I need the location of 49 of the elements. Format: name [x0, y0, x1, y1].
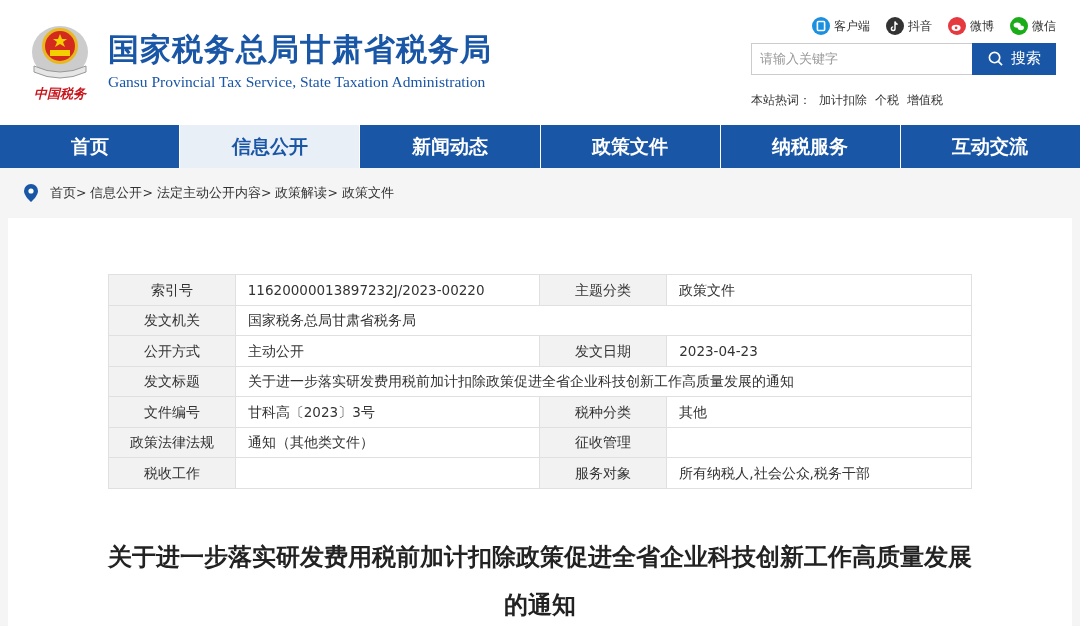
field-label: 税种分类: [540, 396, 667, 427]
social-link[interactable]: 客户端: [812, 16, 870, 35]
field-value: 政策文件: [666, 274, 972, 305]
eye-icon: [948, 16, 966, 35]
field-value: 关于进一步落实研发费用税前加计扣除政策促进全省企业科技创新工作高质量发展的通知: [235, 366, 972, 397]
site-subtitle: Gansu Provincial Tax Service, State Taxation Administration: [108, 71, 487, 92]
nav-tab[interactable]: 互动交流: [900, 125, 1080, 168]
search-icon: [987, 51, 1003, 66]
breadcrumb-link[interactable]: 政策解读>: [275, 183, 338, 203]
field-value: 2023-04-23: [666, 335, 972, 366]
social-link[interactable]: 微博: [948, 16, 994, 35]
article-title: 关于进一步落实研发费用税前加计扣除政策促进全省企业科技创新工作高质量发展的通知: [107, 541, 973, 621]
site-title: 国家税务总局甘肃省税务局: [108, 31, 492, 66]
logo-caption: 中国税务: [34, 84, 86, 103]
location-pin-icon: [24, 184, 38, 202]
chat-bubbles-icon: [1010, 16, 1028, 35]
field-value: 其他: [666, 396, 972, 427]
field-value: 通知（其他类文件）: [235, 427, 540, 458]
field-label: 发文机关: [108, 305, 236, 336]
nav-tab[interactable]: 信息公开: [180, 125, 361, 168]
field-label: 发文标题: [108, 366, 236, 397]
field-value: 所有纳税人,社会公众,税务干部: [666, 457, 972, 488]
hot-word-link[interactable]: 增值税: [907, 90, 943, 109]
search-field[interactable]: 请输入关键字: [751, 42, 972, 75]
field-label: 税收工作: [108, 457, 236, 488]
hot-word-link[interactable]: 个税: [875, 90, 899, 109]
hot-word-link[interactable]: 加计扣除: [819, 90, 867, 109]
phone-icon: [812, 16, 830, 35]
hot-words-label: 本站热词：: [751, 91, 811, 109]
field-value: 11620000013897232J/2023-00220: [235, 274, 540, 305]
field-label: 公开方式: [108, 335, 236, 366]
music-note-icon: [886, 16, 904, 35]
field-value: 主动公开: [235, 335, 540, 366]
field-label: 文件编号: [108, 396, 236, 427]
field-label: 政策法律法规: [108, 427, 236, 458]
field-value: 甘科高〔2023〕3号: [235, 396, 540, 427]
search-button[interactable]: 搜索: [972, 42, 1056, 75]
field-value: 国家税务总局甘肃省税务局: [235, 305, 972, 336]
field-label: 主题分类: [540, 274, 667, 305]
social-link[interactable]: 抖音: [886, 16, 932, 35]
field-label: 发文日期: [540, 335, 667, 366]
breadcrumb-link[interactable]: 政策文件: [341, 183, 394, 203]
breadcrumb-link[interactable]: 法定主动公开内容>: [156, 183, 272, 203]
breadcrumb-link[interactable]: 信息公开>: [90, 183, 153, 203]
social-link[interactable]: 微信: [1010, 16, 1056, 35]
breadcrumb-link[interactable]: 首页>: [50, 183, 87, 203]
field-label: 服务对象: [540, 457, 667, 488]
field-label: 索引号: [108, 274, 236, 305]
field-label: 征收管理: [540, 427, 667, 458]
